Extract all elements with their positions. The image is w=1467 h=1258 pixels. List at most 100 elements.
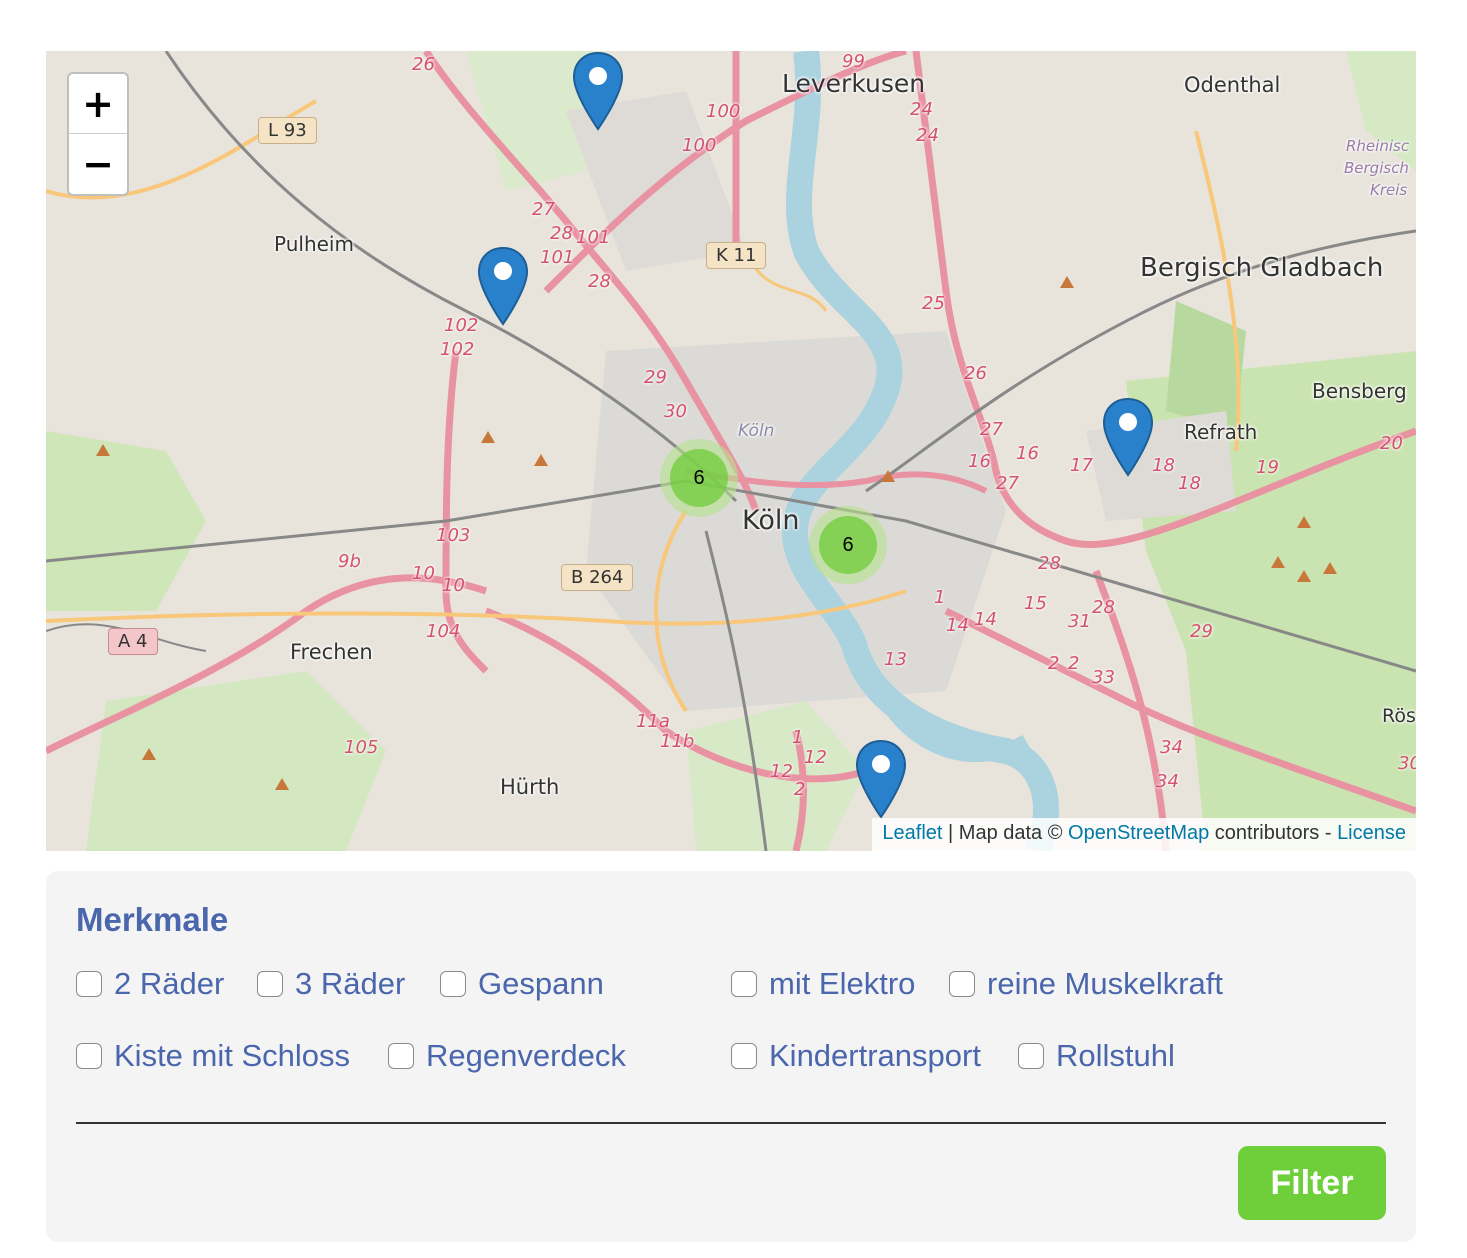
road-number: 1 [792, 727, 804, 748]
marker-cluster[interactable]: 6 [660, 439, 738, 517]
checkbox-rollstuhl[interactable]: Rollstuhl [1018, 1036, 1175, 1076]
road-number: 14 [946, 615, 969, 636]
map-tiles [46, 51, 1416, 851]
checkbox[interactable] [76, 971, 102, 997]
road-number: 100 [706, 101, 741, 122]
leaflet-link[interactable]: Leaflet [882, 822, 942, 844]
checkbox-2-raeder[interactable]: 2 Räder [76, 964, 224, 1004]
map-marker-pin[interactable] [477, 246, 529, 326]
checkbox-label[interactable]: mit Elektro [769, 966, 915, 1002]
checkbox[interactable] [76, 1043, 102, 1069]
checkbox-kiste-mit-schloss[interactable]: Kiste mit Schloss [76, 1036, 350, 1076]
road-number: 17 [1070, 455, 1093, 476]
road-number: 31 [1068, 611, 1091, 632]
filter-heading: Merkmale [76, 901, 229, 938]
place-label-kreis: Kreis [1370, 181, 1408, 199]
license-link[interactable]: License [1337, 822, 1406, 844]
map-marker-pin[interactable] [572, 51, 624, 131]
place-label-koeln-small: Köln [738, 421, 775, 441]
checkbox-label[interactable]: 3 Räder [295, 966, 405, 1002]
zoom-in-button[interactable]: + [69, 74, 127, 133]
filter-panel: Merkmale 2 Räder 3 Räder Gespann mit Ele… [46, 871, 1416, 1242]
checkbox[interactable] [731, 1043, 757, 1069]
road-number: 26 [412, 54, 435, 75]
road-number: 28 [1092, 597, 1115, 618]
road-number: 33 [1092, 667, 1115, 688]
checkbox-regenverdeck[interactable]: Regenverdeck [388, 1036, 626, 1076]
road-number: 20 [1380, 433, 1403, 454]
road-number: 102 [444, 315, 479, 336]
place-label-bensberg: Bensberg [1312, 379, 1407, 403]
map-pin-icon [855, 739, 907, 819]
road-number: 100 [682, 135, 717, 156]
place-label-bergisch: Bergisch [1344, 159, 1409, 177]
place-label-roes: Rös [1382, 705, 1416, 727]
checkbox[interactable] [440, 971, 466, 997]
checkbox-label[interactable]: Kindertransport [769, 1038, 981, 1074]
road-number: 29 [644, 367, 667, 388]
checkbox-label[interactable]: Gespann [478, 966, 604, 1002]
checkbox-mit-elektro[interactable]: mit Elektro [731, 964, 915, 1004]
road-number: 13 [884, 649, 907, 670]
road-number: 12 [770, 761, 793, 782]
marker-cluster[interactable]: 6 [809, 506, 887, 584]
checkbox[interactable] [388, 1043, 414, 1069]
road-number: 1 [934, 587, 946, 608]
place-label-refrath: Refrath [1184, 420, 1258, 444]
place-label-koeln: Köln [742, 505, 800, 536]
map-marker-pin[interactable] [1102, 397, 1154, 477]
map-pin-icon [572, 51, 624, 131]
attribution-contributors: contributors - [1209, 822, 1338, 844]
road-number: 15 [1024, 593, 1047, 614]
map-marker-pin[interactable] [855, 739, 907, 819]
zoom-control: + − [67, 72, 129, 196]
cluster-count: 6 [670, 449, 728, 507]
divider [76, 1122, 1386, 1124]
road-number: 14 [974, 609, 997, 630]
road-number: 28 [550, 223, 573, 244]
checkbox-label[interactable]: reine Muskelkraft [987, 966, 1223, 1002]
road-number: 28 [588, 271, 611, 292]
checkbox[interactable] [1018, 1043, 1044, 1069]
checkbox-gespann[interactable]: Gespann [440, 964, 604, 1004]
road-number: 10 [412, 563, 435, 584]
road-shield-b264: B 264 [561, 564, 634, 591]
checkbox[interactable] [257, 971, 283, 997]
road-number: 18 [1178, 473, 1201, 494]
road-number: 11b [660, 731, 695, 752]
road-number: 2 [1048, 653, 1060, 674]
road-number: 19 [1256, 457, 1279, 478]
checkbox[interactable] [949, 971, 975, 997]
place-label-rheinisch: Rheinisc [1346, 137, 1410, 155]
zoom-out-button[interactable]: − [69, 133, 127, 193]
road-shield-l93: L 93 [258, 117, 317, 144]
place-label-pulheim: Pulheim [274, 232, 354, 256]
road-number: 30 [664, 401, 687, 422]
road-number: 28 [1038, 553, 1061, 574]
map[interactable]: 26 100 100 99 24 24 27 28 101 101 28 102… [46, 51, 1416, 851]
checkbox-kindertransport[interactable]: Kindertransport [731, 1036, 981, 1076]
road-number: 27 [980, 419, 1003, 440]
place-label-odenthal: Odenthal [1184, 73, 1281, 97]
checkbox-label[interactable]: Kiste mit Schloss [114, 1038, 350, 1074]
road-number: 2 [1068, 653, 1080, 674]
road-number: 34 [1160, 737, 1183, 758]
checkbox-reine-muskelkraft[interactable]: reine Muskelkraft [949, 964, 1223, 1004]
road-number: 101 [576, 227, 611, 248]
checkbox-label[interactable]: Regenverdeck [426, 1038, 626, 1074]
checkbox-label[interactable]: 2 Räder [114, 966, 224, 1002]
openstreetmap-link[interactable]: OpenStreetMap [1068, 822, 1209, 844]
checkbox-3-raeder[interactable]: 3 Räder [257, 964, 405, 1004]
road-number: 104 [426, 621, 461, 642]
place-label-bergisch-gladbach: Bergisch Gladbach [1140, 253, 1384, 283]
checkbox[interactable] [731, 971, 757, 997]
road-number: 9b [338, 551, 361, 572]
place-label-frechen: Frechen [290, 640, 373, 664]
road-number: 30 [1398, 753, 1416, 774]
checkbox-label[interactable]: Rollstuhl [1056, 1038, 1175, 1074]
road-number: 10 [442, 575, 465, 596]
filter-button[interactable]: Filter [1238, 1146, 1386, 1220]
road-shield-k11: K 11 [706, 242, 767, 269]
road-number: 24 [916, 125, 939, 146]
place-label-huerth: Hürth [500, 775, 560, 799]
